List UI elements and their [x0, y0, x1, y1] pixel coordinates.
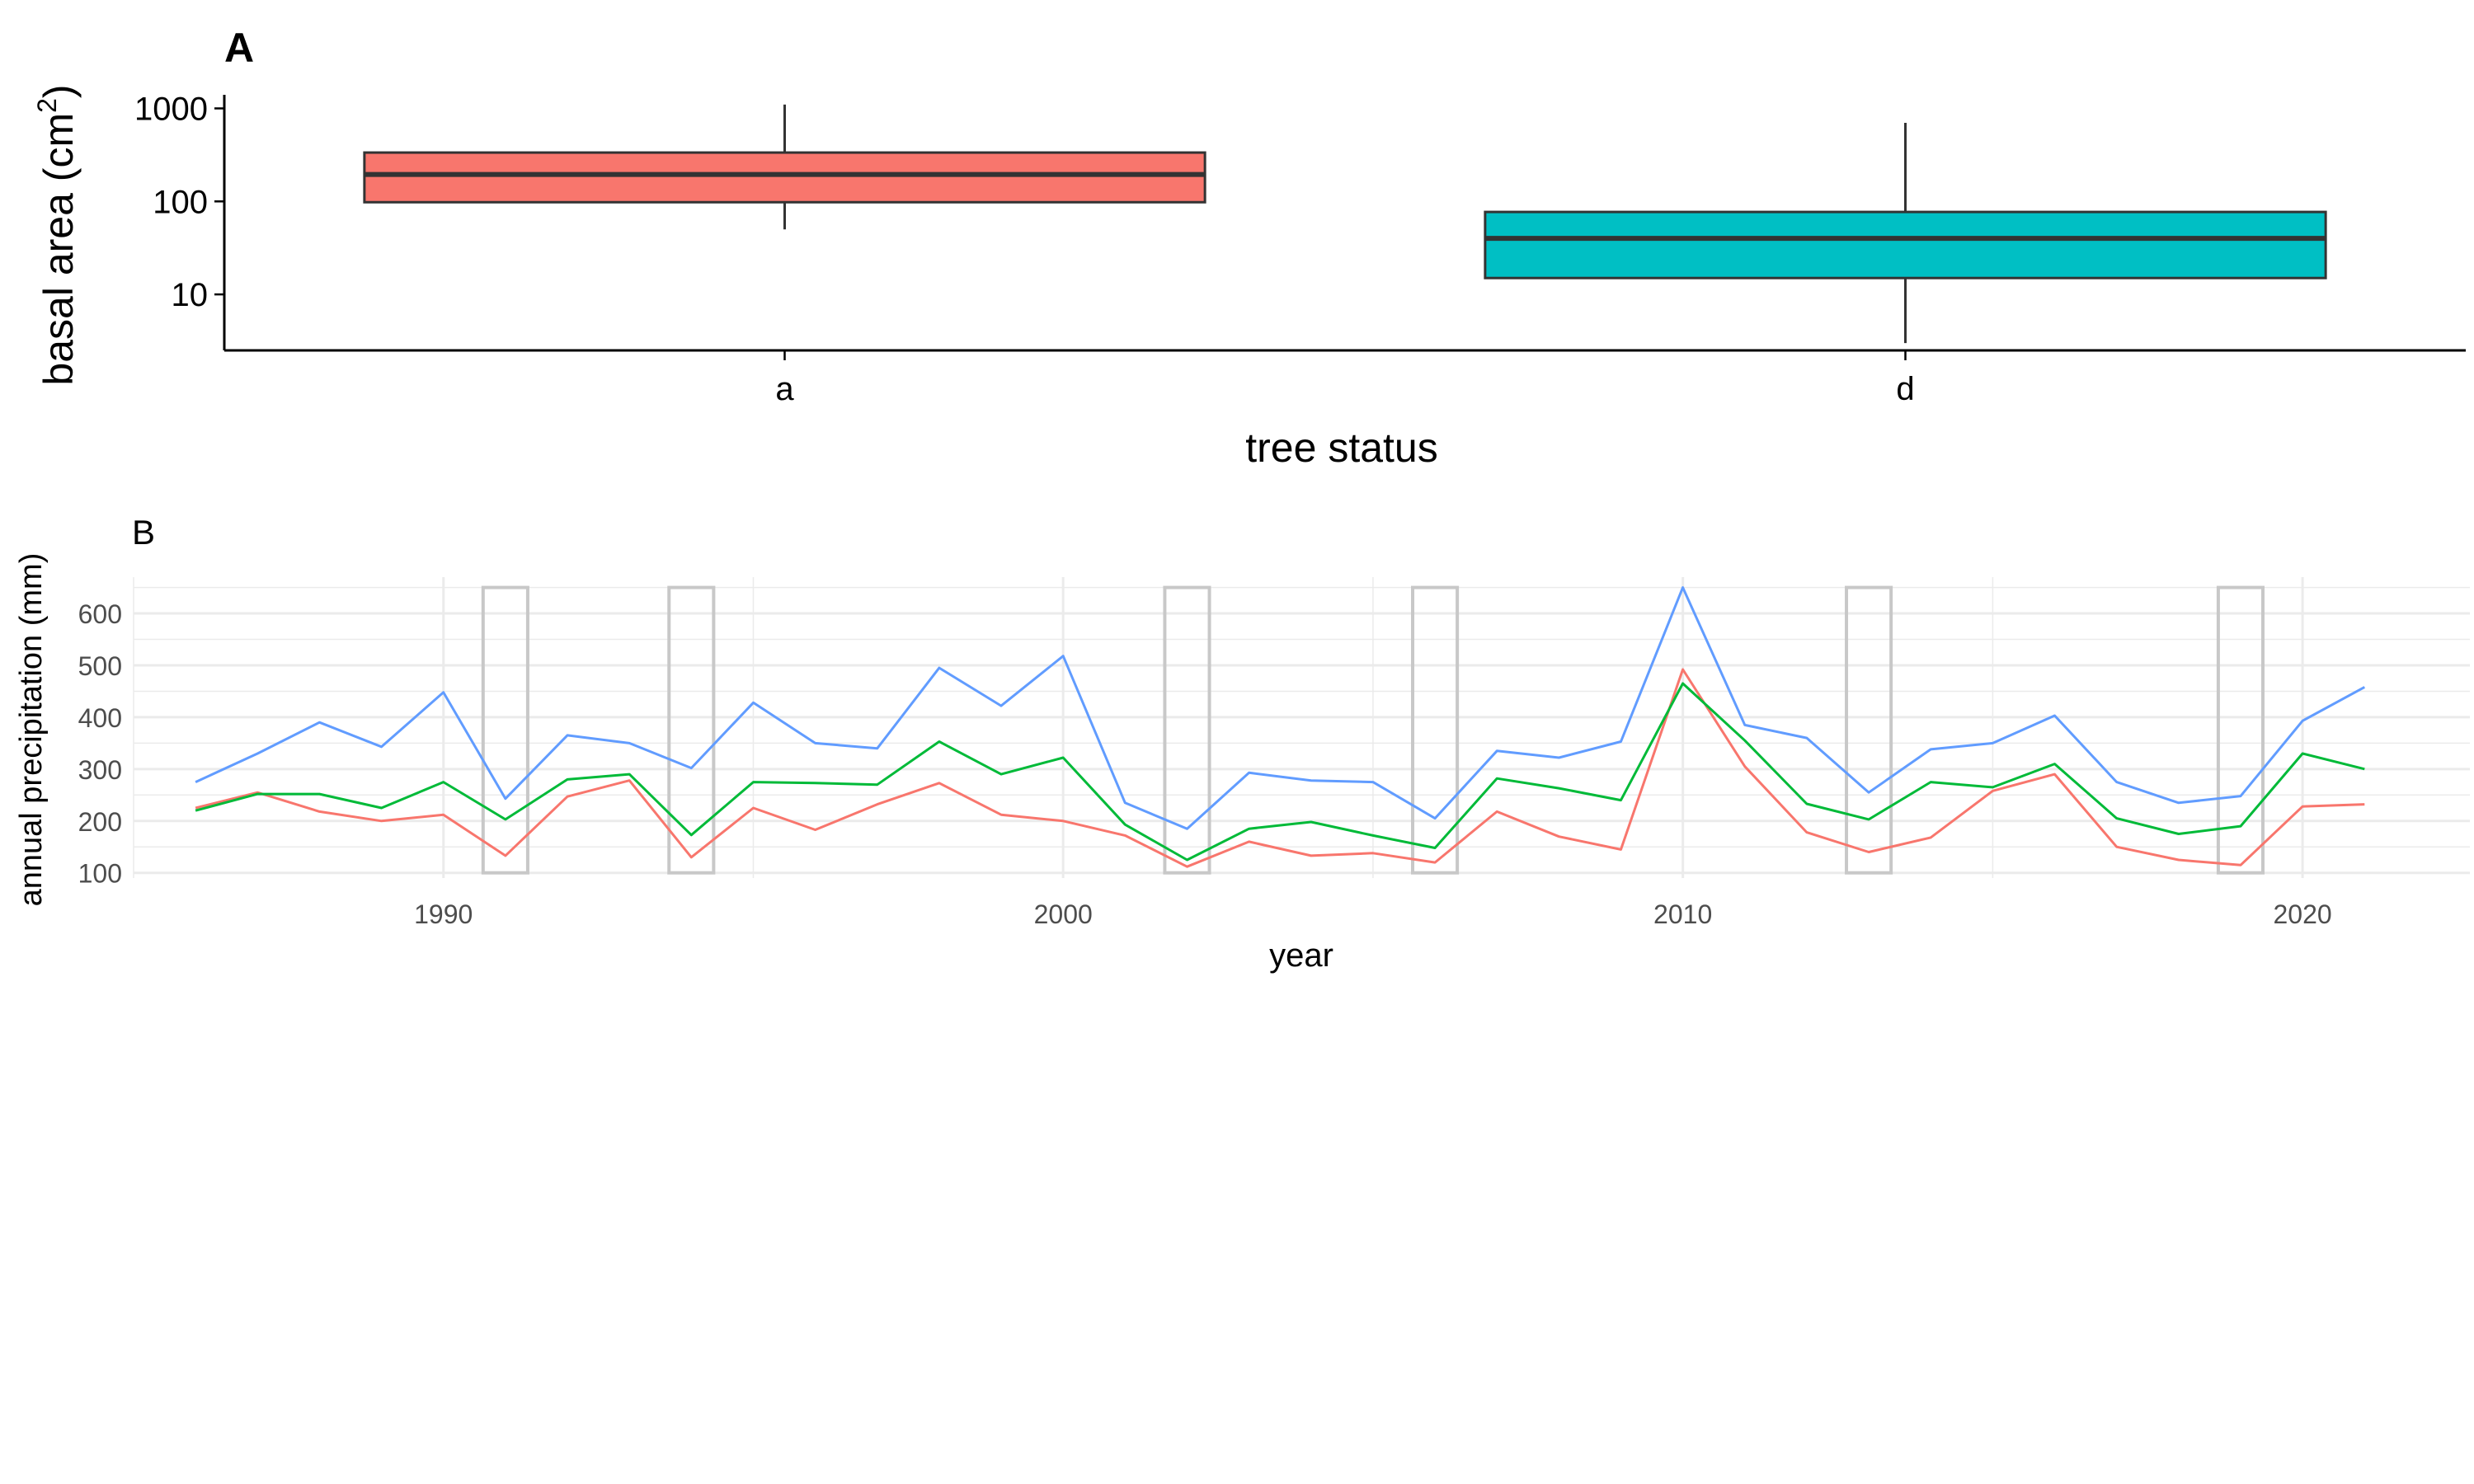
panel-a-y-axis-title-main: basal area (cm	[35, 113, 82, 386]
panel-a-tag: A	[224, 25, 254, 71]
figure: A 10 100 1000 a d tree status basal area (cm…	[0, 0, 2474, 1484]
panel-a-box-a	[363, 151, 1206, 204]
panel-b-x-tick-label: 1990	[414, 899, 473, 929]
panel-a-y-tick-label: 100	[153, 184, 208, 220]
panel-b-y-tick-label: 300	[78, 755, 122, 785]
panel-a-x-tick-label: a	[775, 371, 794, 407]
panel-b-x-tick-label: 2000	[1034, 899, 1093, 929]
panel-a-y-tick-label: 1000	[134, 91, 208, 127]
panel-b-y-tick-label: 500	[78, 651, 122, 681]
panel-b-y-tick-label: 200	[78, 807, 122, 837]
panel-a-y-axis-title-superscript: 2	[32, 98, 62, 113]
panel-a-x-tick-label: d	[1896, 371, 1914, 407]
panel-b-y-tick-label: 600	[78, 599, 122, 629]
panel-a-box-d	[1484, 210, 2327, 279]
panel-b-tag: B	[132, 513, 155, 552]
panel-a-x-axis-title: tree status	[1245, 425, 1437, 471]
panel-b-x-axis-title: year	[1269, 937, 1333, 974]
panel-b-x-tick-label: 2010	[1653, 899, 1712, 929]
panel-b-x-tick-label: 2020	[2274, 899, 2332, 929]
panel-b-y-axis-title: annual precipitation (mm)	[14, 553, 49, 907]
panel-a-y-axis-title: basal area (cm2)	[32, 84, 82, 385]
panel-b-y-tick-label: 400	[78, 703, 122, 733]
panel-a-y-tick-label: 10	[172, 277, 209, 313]
panel-a-y-axis-title-end: )	[35, 84, 82, 98]
panel-b-y-tick-label: 100	[78, 859, 122, 889]
